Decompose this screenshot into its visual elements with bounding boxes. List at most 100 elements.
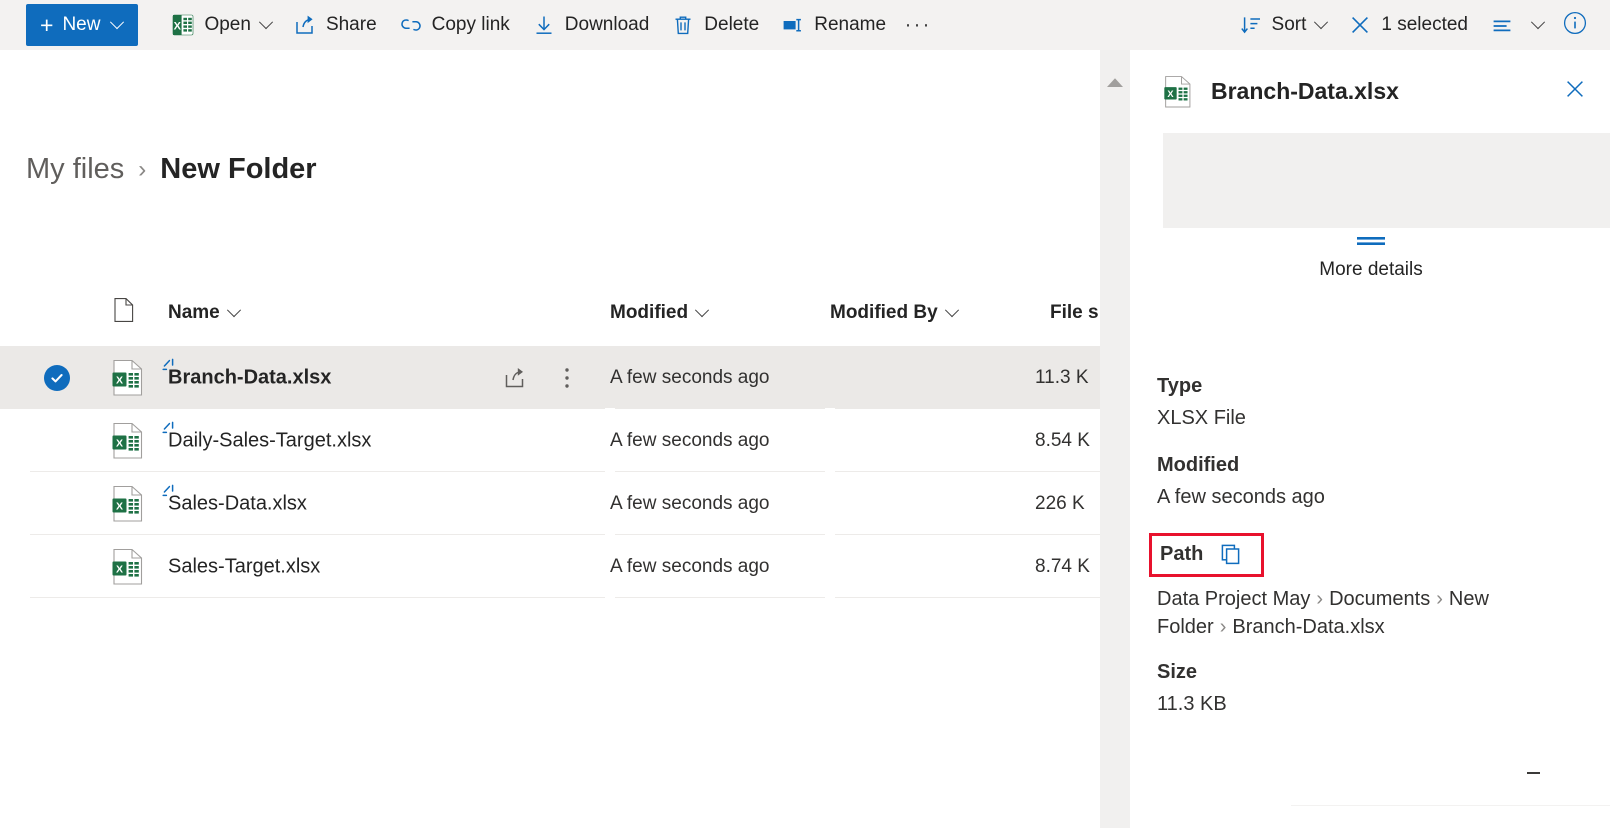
- table-row[interactable]: X Branch-Data.xlsx A few seconds ago 11.…: [0, 346, 1100, 409]
- chevron-down-icon: [258, 14, 274, 33]
- share-button[interactable]: Share: [282, 4, 388, 46]
- clear-selection-button[interactable]: 1 selected: [1337, 4, 1479, 46]
- download-button[interactable]: Download: [521, 4, 661, 46]
- svg-text:X: X: [116, 563, 123, 575]
- path-separator-icon: ›: [1219, 616, 1227, 638]
- file-size: 226 K: [1035, 492, 1085, 514]
- share-button-label: Share: [325, 14, 377, 35]
- field-modified: Modified A few seconds ago: [1157, 454, 1579, 511]
- delete-button[interactable]: Delete: [660, 4, 770, 46]
- svg-text:X: X: [116, 500, 123, 512]
- copy-icon[interactable]: [1219, 542, 1243, 566]
- field-size-label: Size: [1157, 661, 1198, 683]
- new-button[interactable]: + New: [26, 4, 139, 46]
- table-row[interactable]: X Daily-Sales-Target.xlsx A few seconds …: [0, 409, 1100, 472]
- command-bar-left-group: + New X Open Share Copy link Download De…: [26, 4, 937, 46]
- column-header-modified[interactable]: Modified: [610, 290, 710, 336]
- breadcrumb-item-current[interactable]: New Folder: [160, 153, 316, 186]
- file-name[interactable]: Sales-Data.xlsx: [168, 492, 307, 515]
- share-icon: [293, 13, 317, 37]
- breadcrumb-item-my-files[interactable]: My files: [26, 153, 124, 186]
- svg-text:X: X: [116, 374, 123, 386]
- file-name[interactable]: Sales-Target.xlsx: [168, 555, 320, 578]
- file-name[interactable]: Branch-Data.xlsx: [168, 366, 331, 389]
- svg-text:X: X: [174, 21, 182, 33]
- sort-button[interactable]: Sort: [1228, 4, 1338, 46]
- column-header-modified-by[interactable]: Modified By: [830, 290, 959, 336]
- field-path-label: Path: [1160, 542, 1204, 565]
- open-button-label: Open: [204, 14, 251, 35]
- details-panel-header: X Branch-Data.xlsx: [1131, 50, 1610, 133]
- file-modified: A few seconds ago: [610, 429, 770, 451]
- rename-icon: [781, 13, 805, 37]
- chevron-down-icon: [1314, 14, 1329, 33]
- column-header-modified-by-label: Modified By: [830, 302, 938, 323]
- checkbox-checked-icon: [44, 364, 70, 391]
- excel-file-icon: X: [111, 548, 145, 586]
- trash-icon: [671, 13, 695, 37]
- download-icon: [532, 13, 556, 37]
- column-header-file-size[interactable]: File s: [1050, 290, 1100, 336]
- excel-file-icon: X: [1163, 75, 1193, 109]
- field-path: Path Data Project May › Documents › New Fold…: [1149, 533, 1579, 641]
- copy-link-button[interactable]: Copy link: [388, 4, 521, 46]
- close-x-icon: [1348, 13, 1372, 37]
- breadcrumb-separator-icon: ›: [138, 155, 147, 183]
- command-bar-right-group: Sort 1 selected: [1228, 4, 1596, 46]
- field-size: Size 11.3 KB: [1157, 661, 1579, 718]
- path-separator-icon: ›: [1436, 588, 1443, 610]
- more-vertical-icon[interactable]: [554, 365, 580, 391]
- rename-button-label: Rename: [814, 14, 887, 35]
- close-details-panel-button[interactable]: [1557, 74, 1593, 110]
- more-commands-button[interactable]: ···: [899, 4, 937, 46]
- rename-button[interactable]: Rename: [770, 4, 897, 46]
- field-size-value: 11.3 KB: [1157, 693, 1227, 715]
- file-thumbnail-placeholder: [1163, 133, 1610, 228]
- column-header-file-size-label: File s: [1050, 302, 1099, 323]
- panel-dash-artifact: [1527, 772, 1540, 774]
- vertical-scrollbar[interactable]: [1100, 50, 1130, 828]
- file-rows: X Branch-Data.xlsx A few seconds ago 11.…: [0, 346, 1100, 598]
- copy-link-button-label: Copy link: [431, 14, 510, 35]
- field-type-value: XLSX File: [1157, 407, 1246, 429]
- sort-icon: [1239, 13, 1263, 37]
- column-header-file-type[interactable]: [113, 290, 135, 336]
- file-name[interactable]: Daily-Sales-Target.xlsx: [168, 429, 371, 452]
- info-circle-icon: [1562, 10, 1588, 41]
- delete-button-label: Delete: [704, 14, 760, 35]
- column-header-name[interactable]: Name: [168, 290, 241, 336]
- info-button[interactable]: [1554, 4, 1596, 46]
- chevron-down-icon: [226, 302, 241, 324]
- file-size: 8.74 K: [1035, 555, 1090, 577]
- command-bar: + New X Open Share Copy link Download De…: [0, 0, 1610, 50]
- excel-icon: X: [171, 13, 195, 37]
- chevron-down-icon: [944, 302, 959, 324]
- scroll-up-arrow-icon[interactable]: [1100, 75, 1130, 93]
- table-row[interactable]: X Sales-Data.xlsx A few seconds ago 226 …: [0, 472, 1100, 535]
- details-panel-fields: Type XLSX File Modified A few seconds ag…: [1131, 375, 1610, 740]
- breadcrumb: My files › New Folder: [26, 153, 317, 186]
- field-type-label: Type: [1157, 375, 1203, 397]
- svg-text:X: X: [116, 437, 123, 449]
- open-button[interactable]: X Open: [160, 4, 281, 46]
- field-type: Type XLSX File: [1157, 375, 1579, 432]
- file-modified: A few seconds ago: [610, 555, 770, 577]
- view-options-button[interactable]: [1479, 4, 1554, 46]
- svg-text:X: X: [1167, 88, 1174, 98]
- path-crumb-3: Branch-Data.xlsx: [1232, 616, 1385, 638]
- column-header-modified-label: Modified: [610, 302, 689, 323]
- row-checkbox[interactable]: [44, 364, 70, 391]
- excel-file-icon: X: [111, 359, 145, 397]
- share-icon[interactable]: [502, 365, 528, 391]
- field-modified-label: Modified: [1157, 454, 1240, 476]
- more-details-toggle[interactable]: More details: [1131, 235, 1610, 281]
- sort-button-label: Sort: [1271, 14, 1307, 35]
- path-crumb-1: Documents: [1329, 588, 1431, 610]
- details-panel-title: Branch-Data.xlsx: [1211, 78, 1399, 104]
- plus-icon: +: [40, 11, 54, 38]
- selected-count-label: 1 selected: [1381, 14, 1468, 35]
- path-crumb-0: Data Project May: [1157, 588, 1311, 610]
- collapse-lines-icon: [1356, 235, 1386, 248]
- table-row[interactable]: X Sales-Target.xlsx A few seconds ago 8.…: [0, 535, 1100, 598]
- download-button-label: Download: [564, 14, 650, 35]
